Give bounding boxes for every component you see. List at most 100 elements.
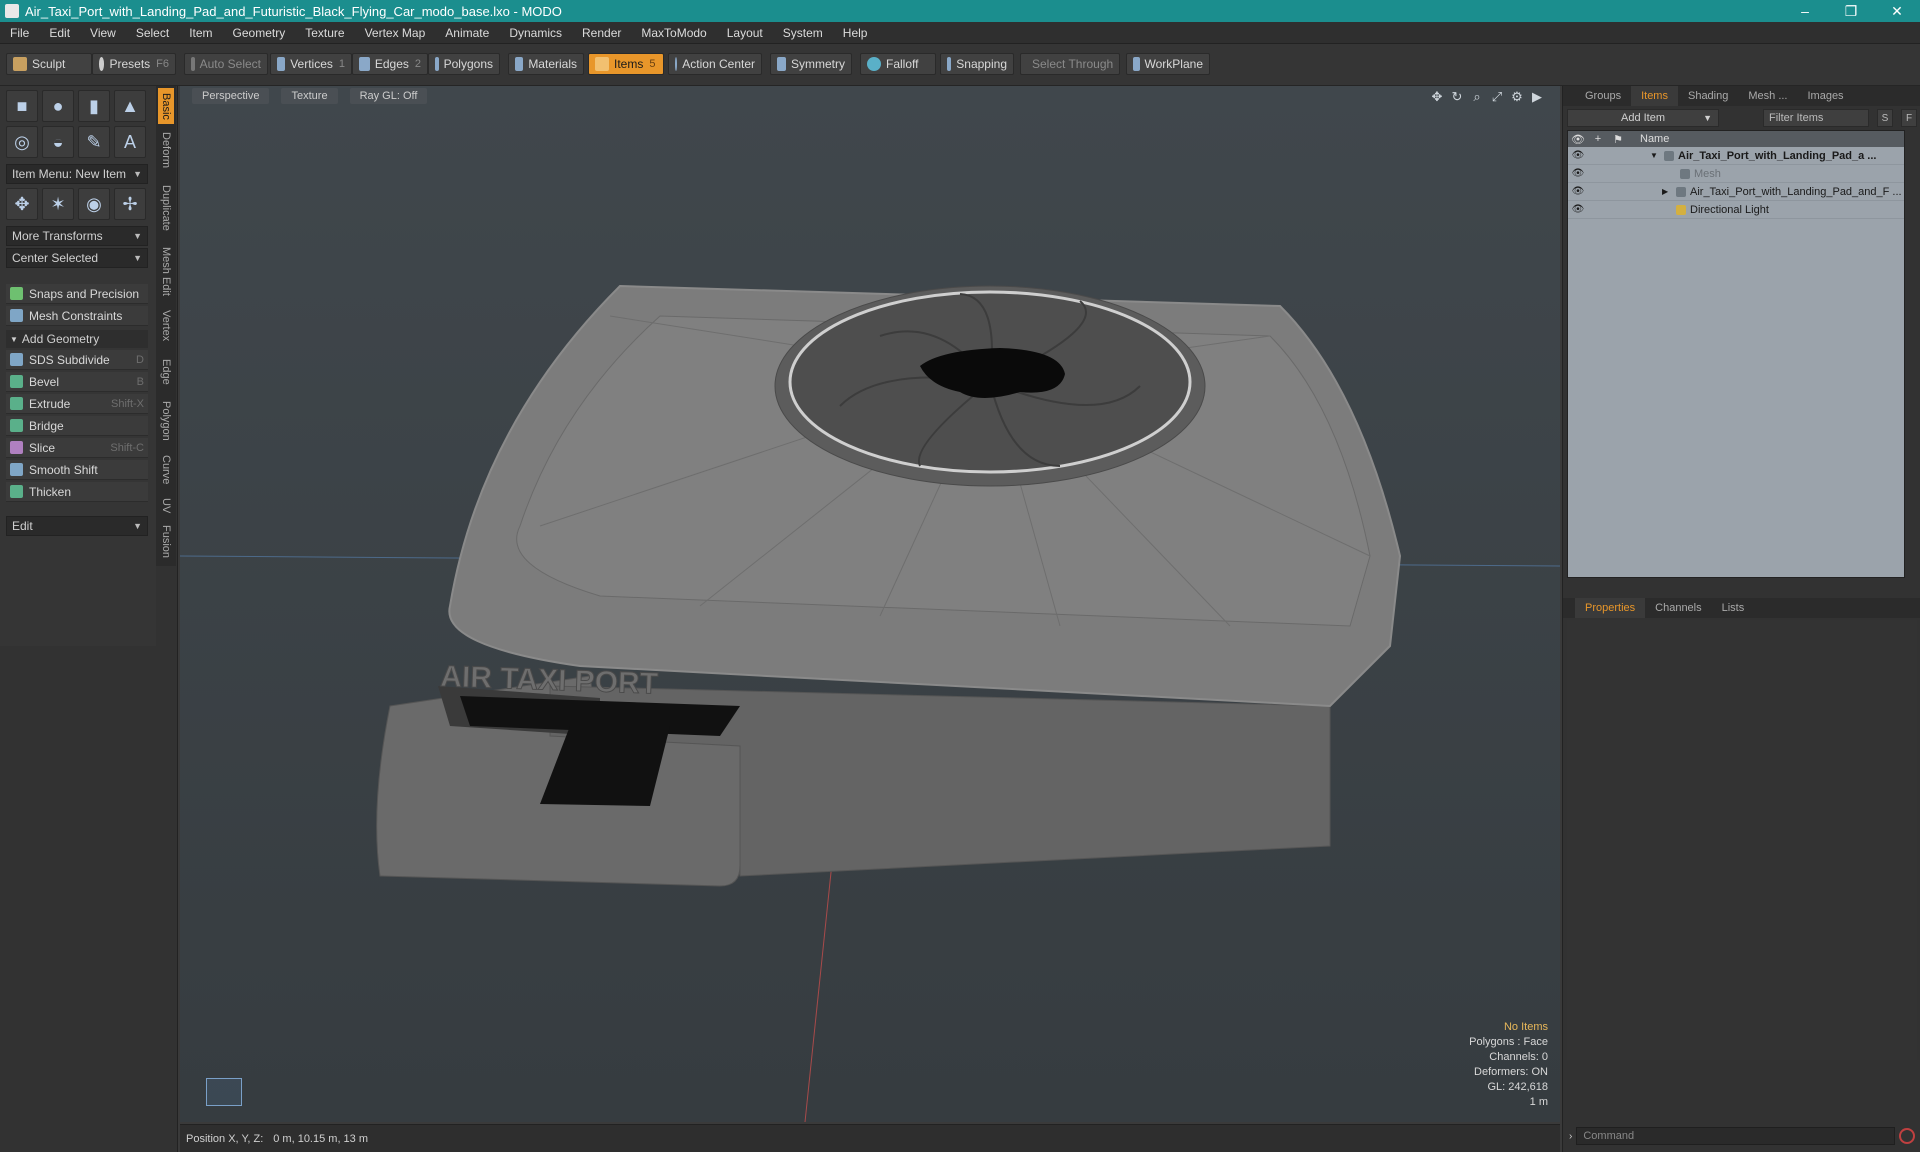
expand-arrow-icon[interactable]: ▶ bbox=[1662, 187, 1668, 196]
menu-animate[interactable]: Animate bbox=[435, 26, 499, 40]
menu-view[interactable]: View bbox=[80, 26, 126, 40]
snaps-precision-button[interactable]: Snaps and Precision bbox=[6, 284, 148, 304]
menu-geometry[interactable]: Geometry bbox=[223, 26, 296, 40]
tree-row[interactable]: 👁 ▶ Air_Taxi_Port_with_Landing_Pad_and_F… bbox=[1568, 183, 1904, 201]
vertices-button[interactable]: Vertices 1 bbox=[270, 53, 352, 75]
torus-icon[interactable]: ◎ bbox=[6, 126, 38, 158]
falloff-button[interactable]: Falloff bbox=[860, 53, 936, 75]
tab-lists[interactable]: Lists bbox=[1712, 598, 1755, 618]
scale-icon[interactable]: ◉ bbox=[78, 188, 110, 220]
select-through-button[interactable]: Select Through bbox=[1020, 53, 1120, 75]
sphere-icon[interactable]: ● bbox=[42, 90, 74, 122]
center-selected-dropdown[interactable]: Center Selected ▼ bbox=[6, 248, 148, 268]
maximize-icon[interactable]: ⤢ bbox=[1490, 89, 1504, 105]
polygons-button[interactable]: Polygons bbox=[428, 53, 500, 75]
vtab-vertex[interactable]: Vertex bbox=[158, 304, 174, 348]
symmetry-button[interactable]: Symmetry bbox=[770, 53, 852, 75]
tab-groups[interactable]: Groups bbox=[1575, 86, 1631, 106]
menu-layout[interactable]: Layout bbox=[717, 26, 773, 40]
auto-select-button[interactable]: Auto Select bbox=[184, 53, 268, 75]
command-input[interactable]: Command bbox=[1576, 1127, 1895, 1145]
vtab-deform[interactable]: Deform bbox=[158, 126, 174, 174]
restore-button[interactable]: ❐ bbox=[1828, 3, 1874, 20]
raygl-button[interactable]: Ray GL: Off bbox=[349, 88, 428, 104]
eye-icon[interactable]: 👁 bbox=[1568, 186, 1588, 197]
item-menu-dropdown[interactable]: Item Menu: New Item ▼ bbox=[6, 164, 148, 184]
3d-viewport[interactable]: AIR TAXI PORT Perspective Texture Ray GL… bbox=[180, 86, 1560, 1122]
tool-smooth-shift[interactable]: Smooth Shift bbox=[6, 460, 148, 480]
shading-mode-button[interactable]: Texture bbox=[281, 88, 338, 104]
tab-images[interactable]: Images bbox=[1797, 86, 1853, 106]
tool-bridge[interactable]: Bridge bbox=[6, 416, 148, 436]
transform-icon[interactable]: ✢ bbox=[114, 188, 146, 220]
record-icon[interactable] bbox=[1899, 1128, 1915, 1144]
menu-edit[interactable]: Edit bbox=[39, 26, 80, 40]
tab-shading[interactable]: Shading bbox=[1678, 86, 1738, 106]
play-icon[interactable]: ▶ bbox=[1530, 89, 1544, 105]
orbit-icon[interactable]: ↻ bbox=[1450, 89, 1464, 105]
f-toggle-button[interactable]: F bbox=[1901, 109, 1917, 127]
rotate-icon[interactable]: ✶ bbox=[42, 188, 74, 220]
tool-sds-subdivide[interactable]: SDS Subdivide D bbox=[6, 350, 148, 370]
action-center-button[interactable]: Action Center bbox=[668, 53, 762, 75]
tab-channels[interactable]: Channels bbox=[1645, 598, 1711, 618]
vtab-mesh-edit[interactable]: Mesh Edit bbox=[158, 242, 174, 300]
tree-row[interactable]: 👁 Directional Light bbox=[1568, 201, 1904, 219]
menu-maxtomodo[interactable]: MaxToModo bbox=[631, 26, 716, 40]
eye-icon[interactable]: 👁 bbox=[1568, 150, 1588, 161]
menu-select[interactable]: Select bbox=[126, 26, 179, 40]
menu-texture[interactable]: Texture bbox=[295, 26, 354, 40]
edges-button[interactable]: Edges 2 bbox=[352, 53, 428, 75]
vtab-basic[interactable]: Basic bbox=[158, 88, 174, 124]
vtab-polygon[interactable]: Polygon bbox=[158, 396, 174, 446]
materials-button[interactable]: Materials bbox=[508, 53, 584, 75]
menu-item[interactable]: Item bbox=[179, 26, 222, 40]
vtab-edge[interactable]: Edge bbox=[158, 352, 174, 392]
mesh-constraints-button[interactable]: Mesh Constraints bbox=[6, 306, 148, 326]
text-tool-icon[interactable]: A bbox=[114, 126, 146, 158]
menu-help[interactable]: Help bbox=[833, 26, 878, 40]
expand-arrow-icon[interactable]: ▼ bbox=[1650, 151, 1658, 160]
menu-file[interactable]: File bbox=[0, 26, 39, 40]
tab-mesh[interactable]: Mesh ... bbox=[1738, 86, 1797, 106]
menu-system[interactable]: System bbox=[773, 26, 833, 40]
s-toggle-button[interactable]: S bbox=[1877, 109, 1893, 127]
workplane-button[interactable]: WorkPlane bbox=[1126, 53, 1210, 75]
eye-icon[interactable]: 👁 bbox=[1568, 168, 1588, 179]
move-icon[interactable]: ✥ bbox=[6, 188, 38, 220]
snapping-button[interactable]: Snapping bbox=[940, 53, 1014, 75]
tool-bevel[interactable]: Bevel B bbox=[6, 372, 148, 392]
vtab-curve[interactable]: Curve bbox=[158, 450, 174, 490]
capsule-icon[interactable]: ◒ bbox=[42, 126, 74, 158]
pen-icon[interactable]: ✎ bbox=[78, 126, 110, 158]
vtab-duplicate[interactable]: Duplicate bbox=[158, 178, 174, 238]
zoom-icon[interactable]: ⌕ bbox=[1470, 89, 1484, 105]
more-transforms-dropdown[interactable]: More Transforms ▼ bbox=[6, 226, 148, 246]
tool-thicken[interactable]: Thicken bbox=[6, 482, 148, 502]
cube-icon[interactable]: ■ bbox=[6, 90, 38, 122]
cone-icon[interactable]: ▲ bbox=[114, 90, 146, 122]
add-item-button[interactable]: Add Item ▼ bbox=[1567, 109, 1719, 127]
vtab-fusion[interactable]: Fusion bbox=[158, 522, 174, 562]
filter-items-input[interactable]: Filter Items bbox=[1763, 109, 1869, 127]
view-mode-button[interactable]: Perspective bbox=[192, 88, 270, 104]
minimize-button[interactable]: – bbox=[1782, 3, 1828, 19]
pan-icon[interactable]: ✥ bbox=[1430, 89, 1444, 105]
sculpt-button[interactable]: Sculpt bbox=[6, 53, 92, 75]
eye-icon[interactable]: 👁 bbox=[1568, 204, 1588, 215]
tree-row[interactable]: 👁 ▼ Air_Taxi_Port_with_Landing_Pad_a ... bbox=[1568, 147, 1904, 165]
edit-dropdown[interactable]: Edit ▼ bbox=[6, 516, 148, 536]
presets-button[interactable]: Presets F6 bbox=[92, 53, 176, 75]
menu-render[interactable]: Render bbox=[572, 26, 631, 40]
tool-slice[interactable]: Slice Shift-C bbox=[6, 438, 148, 458]
tab-properties[interactable]: Properties bbox=[1575, 598, 1646, 618]
vtab-uv[interactable]: UV bbox=[158, 494, 174, 518]
gear-icon[interactable]: ⚙ bbox=[1510, 89, 1524, 105]
menu-vertex-map[interactable]: Vertex Map bbox=[355, 26, 436, 40]
tree-row[interactable]: 👁 Mesh bbox=[1568, 165, 1904, 183]
tab-items[interactable]: Items bbox=[1631, 86, 1678, 106]
cylinder-icon[interactable]: ▮ bbox=[78, 90, 110, 122]
close-button[interactable]: ✕ bbox=[1874, 3, 1920, 20]
add-geometry-header[interactable]: ▼ Add Geometry bbox=[6, 330, 148, 348]
tool-extrude[interactable]: Extrude Shift-X bbox=[6, 394, 148, 414]
